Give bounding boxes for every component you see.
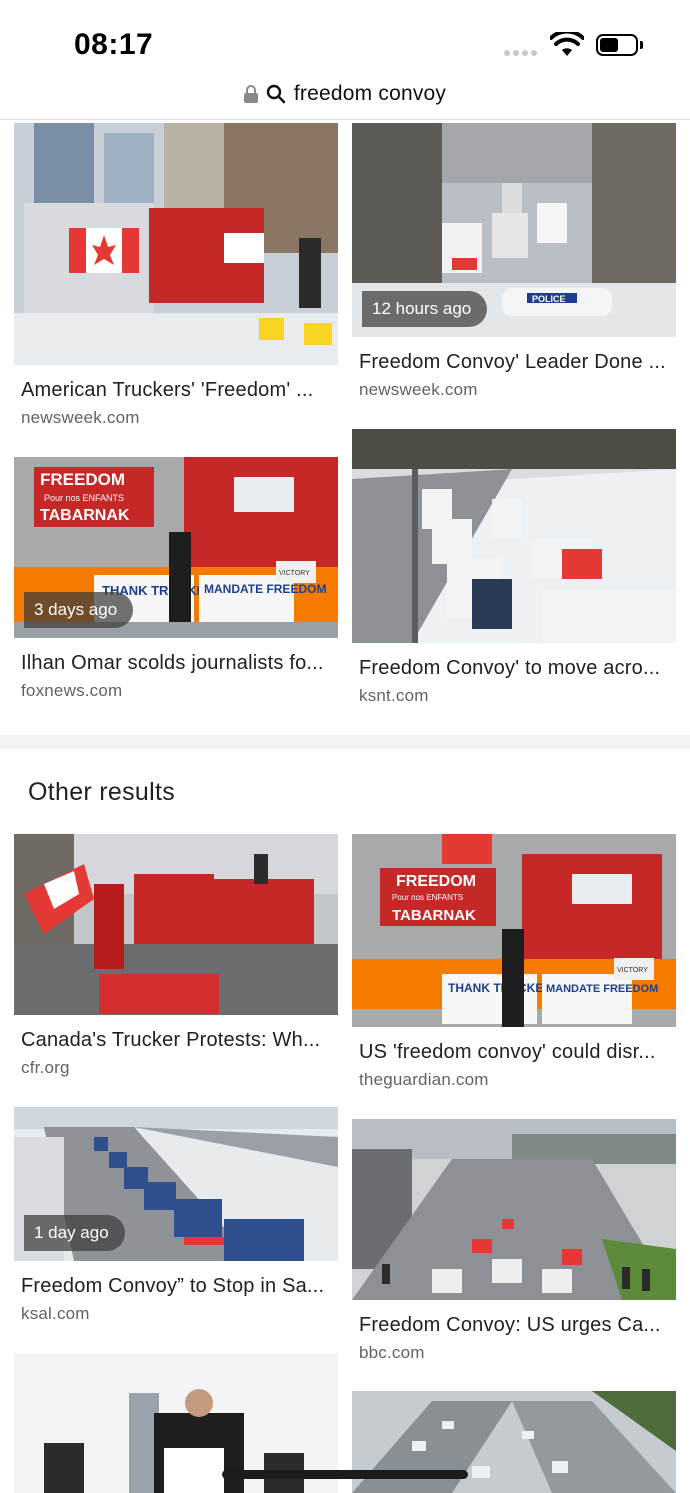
lock-icon <box>243 85 258 103</box>
result-thumbnail[interactable]: FREEDOM Pour nos ENFANTS TABARNAK THANK … <box>352 834 676 1027</box>
result-title[interactable]: American Truckers' 'Freedom' ... <box>14 379 338 402</box>
result-title[interactable]: Canada's Trucker Protests: Wh... <box>14 1029 338 1052</box>
result-title[interactable]: Ilhan Omar scolds journalists fo... <box>14 652 338 675</box>
result-source: cfr.org <box>21 1058 70 1077</box>
svg-text:Pour nos ENFANTS: Pour nos ENFANTS <box>392 893 463 902</box>
result-source: foxnews.com <box>21 681 123 700</box>
result-title[interactable]: Freedom Convoy: US urges Ca... <box>352 1314 676 1337</box>
time-badge: 12 hours ago <box>362 291 488 327</box>
image-result-card[interactable]: Freedom Convoy: US urges Ca... bbc.com <box>352 1119 676 1363</box>
search-query: freedom convoy <box>293 82 447 105</box>
image-result-card[interactable]: Freedom Convoy' to move acro... ksnt.com <box>352 429 676 706</box>
result-thumbnail[interactable] <box>352 429 676 643</box>
result-thumbnail[interactable] <box>14 123 338 365</box>
image-result-card[interactable]: American Truckers' 'Freedom' ... newswee… <box>14 123 338 428</box>
svg-text:FREEDOM: FREEDOM <box>40 470 125 489</box>
status-time: 08:17 <box>74 28 154 61</box>
result-source: theguardian.com <box>359 1070 489 1089</box>
time-badge: 3 days ago <box>24 592 134 628</box>
result-title[interactable]: US 'freedom convoy' could disr... <box>352 1041 676 1064</box>
battery-icon <box>596 34 638 56</box>
result-thumbnail[interactable]: 1 day ago <box>14 1107 338 1261</box>
svg-text:TABARNAK: TABARNAK <box>392 907 476 924</box>
svg-text:VICTORY: VICTORY <box>617 967 648 974</box>
result-source: ksnt.com <box>359 686 429 705</box>
image-result-card[interactable]: FREEDOM Pour nos ENFANTS TABARNAK THANK … <box>14 457 338 701</box>
svg-text:TABARNAK: TABARNAK <box>40 507 130 524</box>
result-thumbnail[interactable] <box>352 1119 676 1300</box>
result-title[interactable]: Freedom Convoy” to Stop in Sa... <box>14 1275 338 1298</box>
result-title[interactable]: Freedom Convoy' to move acro... <box>352 657 676 680</box>
cellular-signal-icon <box>504 50 537 56</box>
home-indicator[interactable] <box>222 1470 468 1479</box>
image-result-card[interactable]: POLICE 12 hours ago Freedom Convoy' Lead… <box>352 123 676 400</box>
result-source: newsweek.com <box>21 408 140 427</box>
wifi-icon <box>550 32 584 56</box>
result-thumbnail[interactable] <box>14 834 338 1015</box>
svg-text:POLICE: POLICE <box>532 294 566 304</box>
result-source: ksal.com <box>21 1304 90 1323</box>
result-source: bbc.com <box>359 1343 425 1362</box>
section-divider <box>0 735 690 749</box>
svg-text:Pour nos ENFANTS: Pour nos ENFANTS <box>44 493 124 503</box>
image-result-card[interactable]: Canada's Trucker Protests: Wh... cfr.org <box>14 834 338 1078</box>
result-thumbnail[interactable]: FREEDOM Pour nos ENFANTS TABARNAK THANK … <box>14 457 338 638</box>
result-title[interactable]: Freedom Convoy' Leader Done ... <box>352 351 676 374</box>
image-result-card[interactable]: FREEDOM Pour nos ENFANTS TABARNAK THANK … <box>352 834 676 1090</box>
svg-text:VICTORY: VICTORY <box>279 570 310 577</box>
search-icon <box>266 84 286 104</box>
svg-text:MANDATE FREEDOM: MANDATE FREEDOM <box>546 983 658 995</box>
address-bar[interactable]: freedom convoy <box>0 70 690 118</box>
image-result-card[interactable]: 1 day ago Freedom Convoy” to Stop in Sa.… <box>14 1107 338 1324</box>
time-badge: 1 day ago <box>24 1215 125 1251</box>
result-source: newsweek.com <box>359 380 478 399</box>
result-thumbnail[interactable]: POLICE 12 hours ago <box>352 123 676 337</box>
svg-text:FREEDOM: FREEDOM <box>396 873 476 890</box>
other-results-heading: Other results <box>28 778 176 806</box>
svg-text:MANDATE FREEDOM: MANDATE FREEDOM <box>204 582 326 596</box>
status-bar: 08:17 <box>0 0 690 70</box>
